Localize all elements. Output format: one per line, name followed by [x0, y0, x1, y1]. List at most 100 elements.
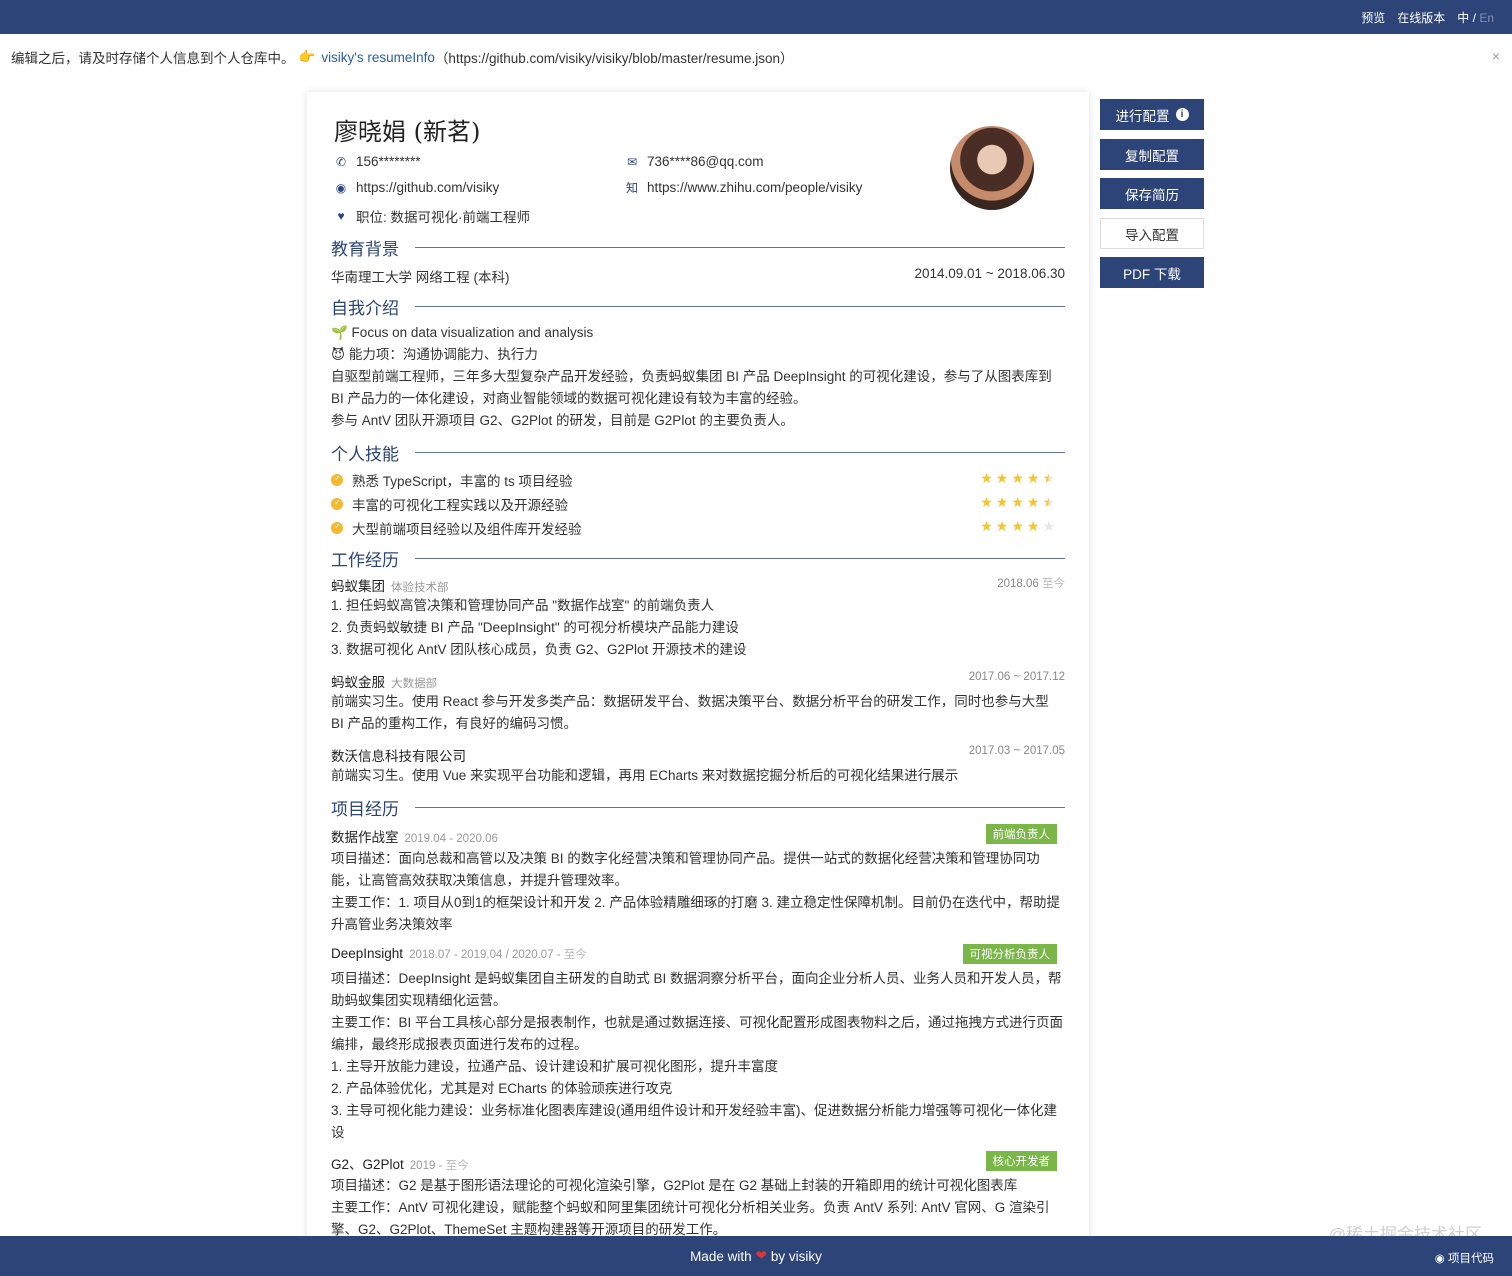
config-label: 进行配置 — [1115, 108, 1170, 124]
about-line-1: 🌱 Focus on data visualization and analys… — [331, 325, 594, 340]
config-button[interactable]: 进行配置 i — [1100, 99, 1204, 130]
skill-label: 丰富的可视化工程实践以及开源经验 — [352, 498, 568, 513]
work-date: 2017.06 ~ 2017.12 — [968, 671, 1065, 683]
education-row: 华南理工大学 网络工程 (本科) 2014.09.01 ~ 2018.06.30 — [331, 266, 1065, 286]
check-circle-icon — [331, 498, 343, 510]
contact-github[interactable]: ◉ https://github.com/visiky — [334, 180, 500, 195]
close-icon[interactable]: × — [1492, 48, 1500, 64]
star-half-icon: ★ — [1042, 494, 1055, 510]
resume-info-link[interactable]: visiky's resumeInfo — [321, 50, 435, 65]
pdf-download-button[interactable]: PDF 下载 — [1100, 257, 1204, 288]
section-about: 自我介绍 — [331, 294, 1065, 319]
contact-phone: ✆ 156******** — [334, 154, 421, 169]
project-desc: 项目描述：DeepInsight 是蚂蚁集团自主研发的自助式 BI 数据洞察分析… — [331, 971, 1062, 1008]
skill-item: 熟悉 TypeScript，丰富的 ts 项目经验★★★★★ — [331, 470, 1065, 490]
lang-en[interactable]: En — [1479, 11, 1494, 25]
save-resume-button[interactable]: 保存简历 — [1100, 178, 1204, 209]
contact-position: ♥ 职位: 数据可视化·前端工程师 — [334, 206, 530, 226]
work-dept: 体验技术部 — [391, 582, 449, 594]
footer-author: by visiky — [770, 1248, 822, 1264]
zhihu-text[interactable]: https://www.zhihu.com/people/visiky — [647, 180, 862, 195]
contact-zhihu[interactable]: 知 https://www.zhihu.com/people/visiky — [625, 180, 862, 195]
work-desc: 前端实习生。使用 Vue 来实现平台功能和逻辑，再用 ECharts 来对数据挖… — [331, 768, 959, 783]
project-desc: 项目描述：面向总裁和高管以及决策 BI 的数字化经营决策和管理协同产品。提供一站… — [331, 851, 1040, 888]
star-full-icon: ★ — [1011, 470, 1024, 486]
project-header: G2、G2Plot 2019 - 至今 核心开发者 — [331, 1151, 1065, 1173]
project-desc: 项目描述：G2 是基于图形语法理论的可视化渲染引擎，G2Plot 是在 G2 基… — [331, 1178, 1018, 1193]
section-about-title: 自我介绍 — [331, 299, 399, 319]
footer: Made with ❤ by visiky ◉ 项目代码 — [0, 1236, 1512, 1276]
work-date-start: 2018.06 — [997, 578, 1039, 590]
work-date: 2017.03 ~ 2017.05 — [968, 745, 1065, 757]
section-skills-title: 个人技能 — [331, 445, 399, 465]
project-code-link[interactable]: ◉ 项目代码 — [1435, 1250, 1494, 1266]
project-name: 数据作战室 — [331, 830, 399, 845]
education-school: 华南理工大学 网络工程 (本科) — [331, 270, 510, 285]
about-line-2: 😈 能力项：沟通协调能力、执行力 — [331, 347, 538, 362]
github-icon: ◉ — [335, 180, 347, 195]
preview-link[interactable]: 预览 — [1361, 9, 1385, 26]
heart-icon: ♥ — [337, 209, 345, 223]
info-icon[interactable]: i — [1175, 108, 1189, 121]
resume-name: 廖晓娟 (新茗) — [334, 118, 481, 146]
project-code-label[interactable]: 项目代码 — [1448, 1253, 1494, 1265]
project-point: 2. 产品体验优化，尤其是对 ECharts 的体验顽疾进行攻克 — [331, 1081, 673, 1096]
notice-bar: 编辑之后，请及时存储个人信息到个人仓库中。 👉 visiky's resumeI… — [0, 34, 1512, 80]
star-full-icon: ★ — [995, 518, 1009, 534]
about-line-4: 参与 AntV 团队开源项目 G2、G2Plot 的研发，目前是 G2Plot … — [331, 413, 794, 428]
about-line-3: 自驱型前端工程师，三年多大型复杂产品开发经验，负责蚂蚁集团 BI 产品 Deep… — [331, 369, 1052, 406]
project-date-range: 2019 - — [409, 1160, 446, 1172]
project-date-sub: 至今 — [563, 949, 587, 961]
section-work: 工作经历 — [331, 546, 1065, 571]
work-line: 1. 担任蚂蚁高管决策和管理协同产品 "数据作战室" 的前端负责人 — [331, 598, 715, 613]
education-date: 2014.09.01 ~ 2018.06.30 — [914, 266, 1065, 281]
lang-zh[interactable]: 中 — [1457, 11, 1469, 25]
star-rating: ★ ★ ★ ★ ★ — [980, 470, 1055, 487]
star-full-icon: ★ — [995, 494, 1009, 510]
work-desc: 前端实习生。使用 React 参与开发多类产品：数据研发平台、数据决策平台、数据… — [331, 694, 1049, 731]
resume-info-url: （https://github.com/visiky/visiky/blob/m… — [434, 51, 794, 66]
zhihu-icon: 知 — [625, 180, 638, 195]
divider — [415, 558, 1065, 559]
pointing-hand-icon: 👉 — [298, 49, 316, 64]
star-full-icon: ★ — [980, 494, 993, 510]
position-text: 职位: 数据可视化·前端工程师 — [356, 210, 530, 225]
language-switch[interactable]: 中 / En — [1457, 9, 1494, 26]
online-version-link[interactable]: 在线版本 — [1397, 9, 1445, 26]
star-full-icon: ★ — [1026, 470, 1040, 486]
email-text: 736****86@qq.com — [647, 154, 764, 169]
star-half-icon: ★ — [1042, 470, 1055, 486]
phone-icon: ✆ — [335, 154, 347, 169]
skill-label: 大型前端项目经验以及组件库开发经验 — [352, 522, 582, 537]
work-date-sub: 至今 — [1038, 578, 1065, 590]
heart-icon: ❤ — [755, 1248, 767, 1263]
project-work: 主要工作：1. 项目从0到1的框架设计和开发 2. 产品体验精雕细琢的打磨 3.… — [331, 895, 1061, 932]
work-line: 2. 负责蚂蚁敏捷 BI 产品 "DeepInsight" 的可视分析模块产品能… — [331, 620, 739, 635]
section-work-title: 工作经历 — [331, 551, 399, 571]
github-text[interactable]: https://github.com/visiky — [356, 180, 499, 195]
divider — [415, 807, 1065, 808]
project-work: 主要工作：AntV 可视化建设，赋能整个蚂蚁和阿里集团统计可视化分析相关业务。负… — [331, 1200, 1050, 1237]
footer-made-with: Made with — [690, 1248, 752, 1264]
section-skills: 个人技能 — [331, 440, 1065, 465]
project-name: DeepInsight — [331, 946, 404, 961]
work-company: 蚂蚁集团 — [331, 579, 385, 594]
mail-icon: ✉ — [626, 154, 638, 169]
work-header: 数沃信息科技有限公司 2017.03 ~ 2017.05 — [331, 745, 1065, 765]
skill-item: 大型前端项目经验以及组件库开发经验★★★★★ — [331, 518, 1065, 538]
work-header: 蚂蚁集团 体验技术部 2018.06 至今 — [331, 575, 1065, 595]
project-point: 1. 主导开放能力建设，拉通产品、设计建设和扩展可视化图形，提升丰富度 — [331, 1059, 779, 1074]
check-circle-icon — [331, 522, 343, 534]
star-full-icon: ★ — [1026, 518, 1040, 534]
section-education: 教育背景 — [331, 235, 1065, 260]
star-full-icon: ★ — [995, 470, 1009, 486]
import-config-button[interactable]: 导入配置 — [1100, 218, 1204, 249]
project-name: G2、G2Plot — [331, 1157, 404, 1172]
work-dept: 大数据部 — [391, 678, 437, 690]
top-navbar: 预览 在线版本 中 / En — [0, 0, 1512, 34]
project-date-sub: 至今 — [445, 1160, 469, 1172]
check-circle-icon — [331, 474, 343, 486]
contact-email: ✉ 736****86@qq.com — [625, 154, 764, 169]
copy-config-button[interactable]: 复制配置 — [1100, 139, 1204, 170]
work-company: 蚂蚁金服 — [331, 675, 385, 690]
